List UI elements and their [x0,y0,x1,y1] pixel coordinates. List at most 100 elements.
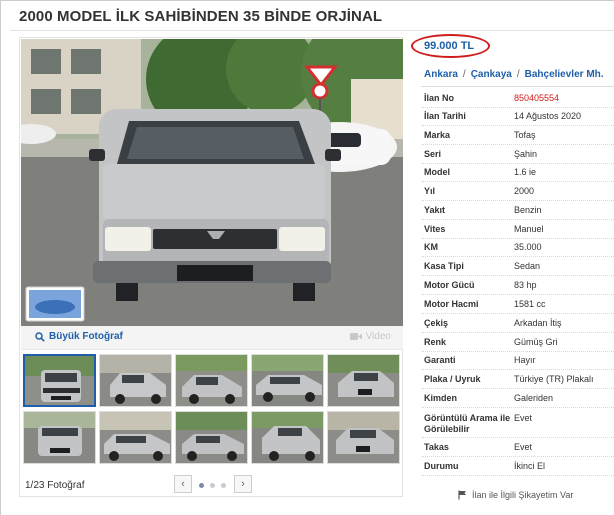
thumbnail[interactable] [23,354,96,407]
detail-value: Gümüş Gri [514,337,558,348]
thumbnail-image [252,412,323,463]
pager-dot[interactable] [210,483,215,488]
detail-value: 35.000 [514,242,542,253]
location-neighborhood-link[interactable]: Bahçelievler Mh. [525,69,604,80]
thumbnail-image [176,412,247,463]
video-camera-icon [349,333,362,340]
thumbnail[interactable] [175,411,248,464]
photo-count: 1/23 Fotoğraf [25,480,85,491]
detail-value: Tofaş [514,130,536,141]
detail-row-ilan-tarihi: İlan Tarihi 14 Ağustos 2020 [422,108,614,126]
detail-label: Kasa Tipi [424,261,464,272]
detail-row-renk: Renk Gümüş Gri [422,334,614,352]
thumbnail[interactable] [327,411,400,464]
location-city-link[interactable]: Ankara [424,69,458,80]
detail-label: Model [424,167,450,178]
detail-row-model: Model 1.6 ie [422,164,614,182]
main-photo[interactable] [21,39,403,326]
detail-value: 2000 [514,186,535,197]
detail-row-plaka-uyruk: Plaka / Uyruk Türkiye (TR) Plakalı [422,371,614,389]
breadcrumb-separator: / [462,69,466,80]
detail-row-cekis: Çekiş Arkadan İtiş [422,315,614,333]
detail-label: Görüntülü Arama ile Görülebilir [424,413,511,434]
detail-row-kimden: Kimden Galeriden [422,390,614,408]
thumbnail-image [328,412,399,463]
detail-value-listing-number: 850405554 [514,93,560,104]
detail-value: 14 Ağustos 2020 [514,111,582,122]
magnifier-icon [35,331,45,342]
title-divider [10,30,614,31]
detail-label: Kimden [424,393,458,404]
detail-label: Renk [424,337,447,348]
detail-label: Durumu [424,461,459,472]
thumbnail-image [176,355,247,406]
price: 99.000 TL [424,40,475,52]
detail-row-marka: Marka Tofaş [422,127,614,145]
detail-row-km: KM 35.000 [422,239,614,257]
detail-value: Sedan [514,261,541,272]
thumbnail[interactable] [327,354,400,407]
detail-label: Yıl [424,186,436,197]
detail-label: İlan No [424,93,455,104]
detail-value: Benzin [514,205,542,216]
thumbnail-image [252,355,323,406]
detail-row-durumu: Durumu İkinci El [422,458,614,476]
detail-value: Hayır [514,355,536,366]
location-breadcrumb: Ankara / Çankaya / Bahçelievler Mh. [424,69,604,80]
location-district-link[interactable]: Çankaya [471,69,512,80]
detail-value: İkinci El [514,461,546,472]
detail-row-garanti: Garanti Hayır [422,352,614,370]
detail-row-yil: Yıl 2000 [422,183,614,201]
detail-value: Şahin [514,149,538,160]
detail-row-motor-hacmi: Motor Hacmi 1581 cc [422,296,614,314]
detail-label: Seri [424,149,442,160]
thumbnail[interactable] [99,411,172,464]
detail-label: Motor Hacmi [424,299,479,310]
detail-label: Çekiş [424,318,449,329]
big-photo-label: Büyük Fotoğraf [49,331,123,342]
prev-photo-button[interactable]: ‹ [174,475,192,493]
photo-gallery: Büyük Fotoğraf Video 1/23 Fotoğraf ‹ › [19,37,403,497]
flag-icon [458,490,466,500]
detail-label: Yakıt [424,205,446,216]
big-photo-link[interactable]: Büyük Fotoğraf [35,331,123,342]
pager-dot[interactable] [199,483,204,488]
detail-label: Motor Gücü [424,280,475,291]
report-listing-link[interactable]: İlan ile İlgili Şikayetim Var [458,490,573,500]
thumbnail-image [100,412,171,463]
report-link-label: İlan ile İlgili Şikayetim Var [472,490,574,500]
detail-value: Türkiye (TR) Plakalı [514,374,594,385]
thumbnail[interactable] [99,354,172,407]
detail-value: Arkadan İtiş [514,318,562,329]
detail-label: KM [424,242,438,253]
detail-value: Evet [514,442,533,453]
detail-value: 1581 cc [514,299,546,310]
detail-value: 83 hp [514,280,537,291]
thumbnail[interactable] [251,411,324,464]
thumbnail[interactable] [251,354,324,407]
detail-row-takas: Takas Evet [422,439,614,457]
detail-row-ilan-no: İlan No 850405554 [422,90,614,108]
listing-title: 2000 MODEL İLK SAHİBİNDEN 35 BİNDE ORJİN… [19,8,383,25]
breadcrumb-separator: / [516,69,520,80]
location-divider [421,86,614,87]
detail-row-seri: Seri Şahin [422,146,614,164]
photo-toolbar: Büyük Fotoğraf Video [21,326,403,350]
thumbnail-image [328,355,399,406]
detail-label: Plaka / Uyruk [424,374,481,385]
thumbnail[interactable] [175,354,248,407]
detail-row-vites: Vites Manuel [422,221,614,239]
detail-row-yakit: Yakıt Benzin [422,202,614,220]
thumbnail-image [100,355,171,406]
detail-label: Marka [424,130,451,141]
pager-dot[interactable] [221,483,226,488]
photo-footer: 1/23 Fotoğraf ‹ › [21,473,403,497]
detail-row-goruntulu-arama: Görüntülü Arama ile Görülebilir Evet [422,410,614,438]
thumbnail[interactable] [23,411,96,464]
video-button[interactable]: Video [349,331,391,342]
detail-value: Manuel [514,224,544,235]
detail-label: Garanti [424,355,456,366]
detail-row-kasa-tipi: Kasa Tipi Sedan [422,258,614,276]
next-photo-button[interactable]: › [234,475,252,493]
detail-label: Vites [424,224,446,235]
